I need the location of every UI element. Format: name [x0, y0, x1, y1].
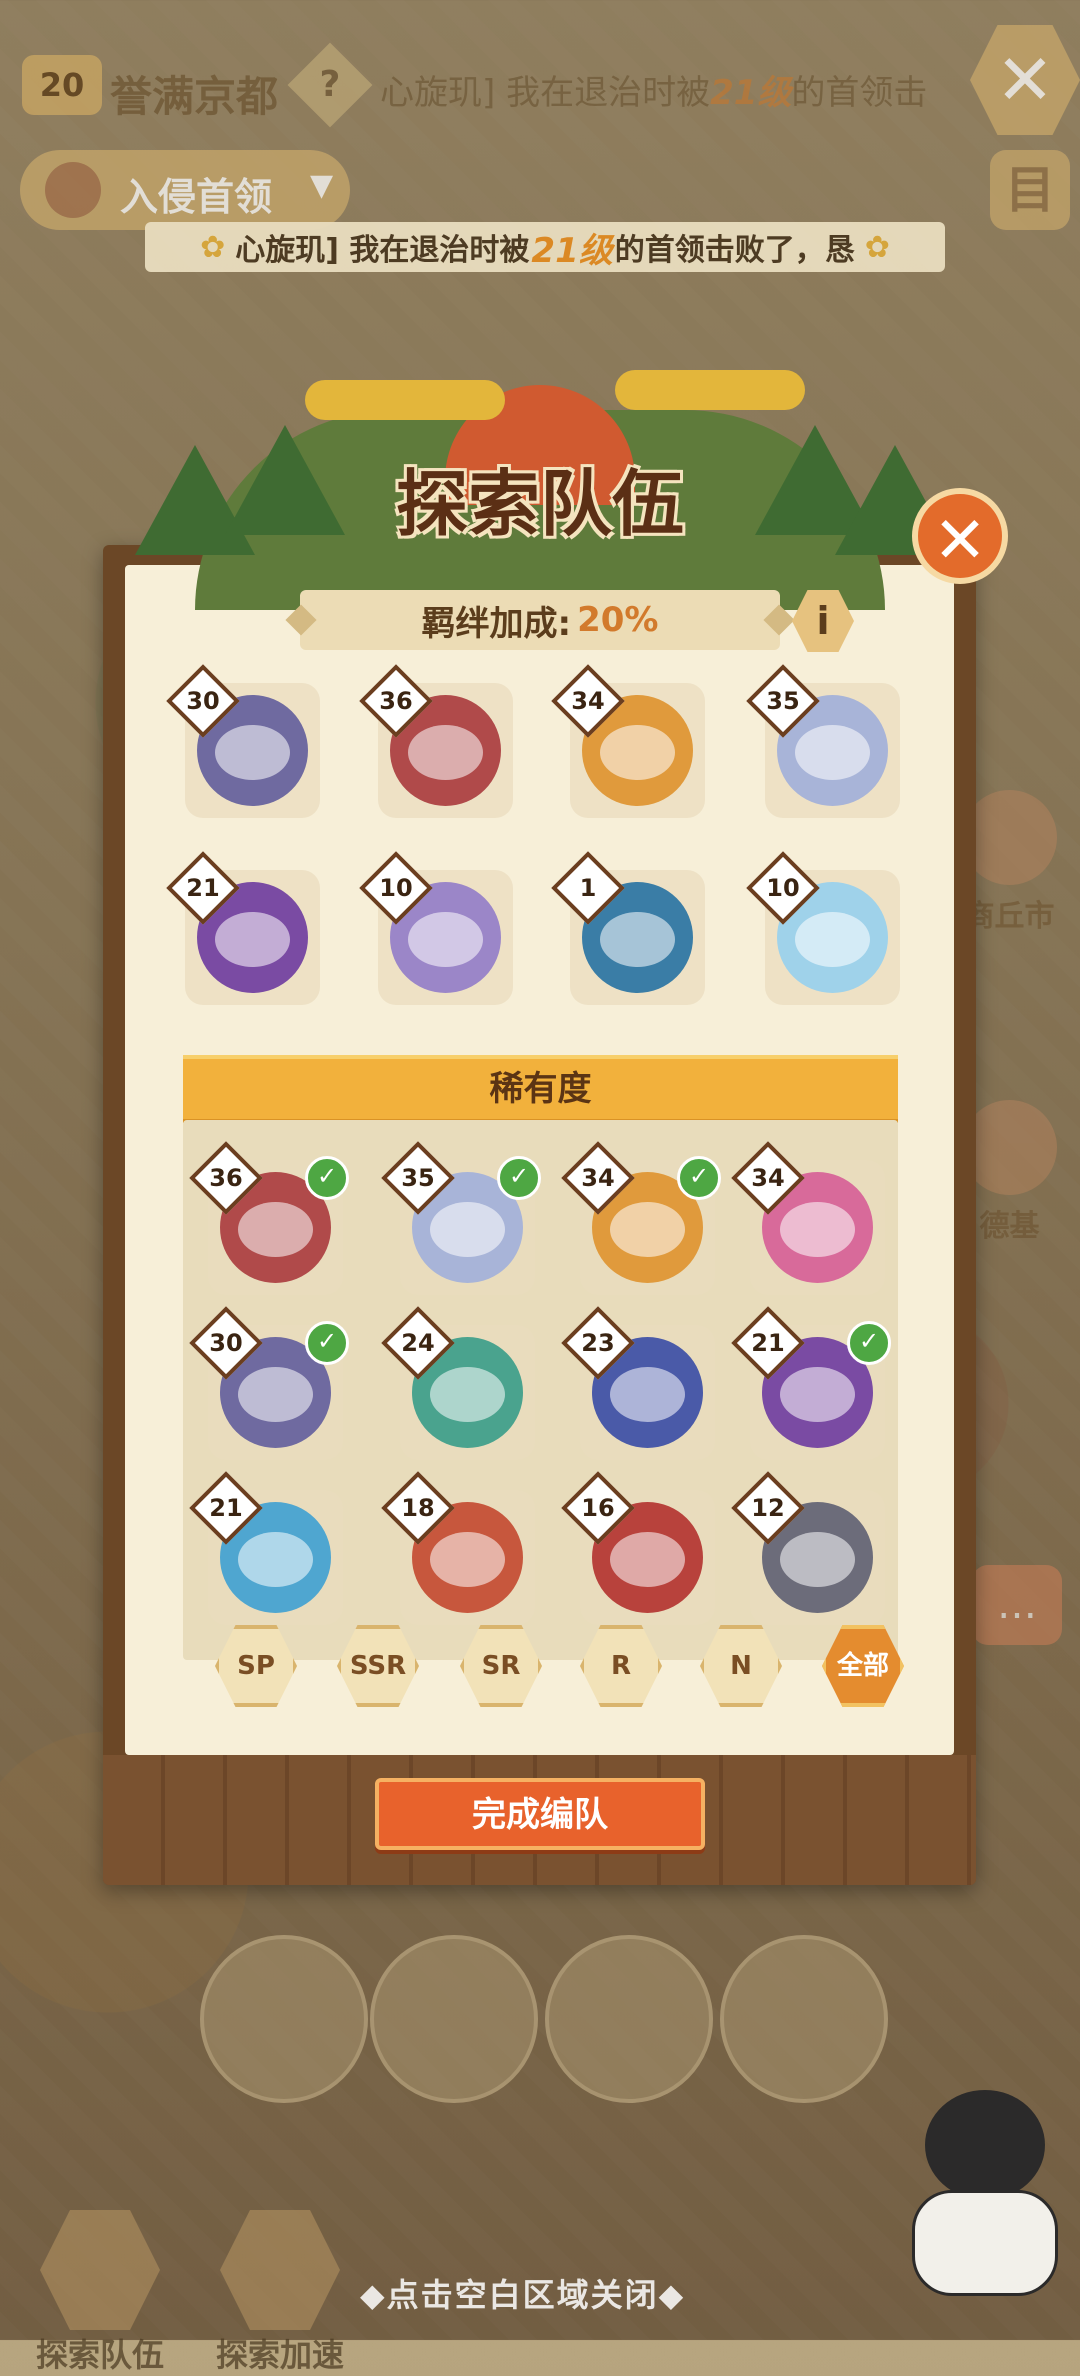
roster-avatar[interactable]: 34	[731, 1141, 885, 1295]
city-level-badge: 20	[22, 55, 102, 115]
team-slot[interactable]	[720, 1935, 888, 2103]
explore-team-icon	[40, 2210, 160, 2330]
team-slot-avatar[interactable]: 34	[551, 664, 705, 818]
close-hint: ◆点击空白区域关闭◆	[360, 2276, 686, 2314]
roster-avatar[interactable]: 16	[561, 1471, 715, 1625]
bond-value: 20%	[577, 600, 659, 640]
team-slot-avatar[interactable]: 36	[359, 664, 513, 818]
roster-avatar[interactable]: 36 ✓	[189, 1141, 349, 1295]
modal-header: 探索队伍	[115, 370, 965, 610]
team-slot-avatar[interactable]: 1	[551, 851, 705, 1005]
roster-avatar[interactable]: 30 ✓	[189, 1306, 349, 1460]
help-icon[interactable]: ?	[287, 42, 373, 128]
team-slot-avatar[interactable]: 35	[746, 664, 900, 818]
flower-icon: ✿	[864, 229, 890, 265]
complete-team-button[interactable]: 完成编队	[375, 1778, 705, 1850]
roster-avatar[interactable]: 12	[731, 1471, 885, 1625]
check-icon: ✓	[847, 1321, 891, 1365]
check-icon: ✓	[677, 1156, 721, 1200]
announcement-ticker: ✿ 心旋玑] 我在退治时被 21级 的首领击败了，恳 ✿	[145, 222, 945, 272]
roster-avatar[interactable]: 23	[561, 1306, 715, 1460]
team-slot[interactable]	[370, 1935, 538, 2103]
top-bar: 20 誉满京都 ? 心旋玑] 我在退治时被21级的首领击	[10, 25, 960, 135]
roster-avatar[interactable]: 21 ✓	[731, 1306, 891, 1460]
roster-avatar[interactable]: 21	[189, 1471, 343, 1625]
team-slot-avatar[interactable]: 30	[166, 664, 320, 818]
top-ticker: 心旋玑] 我在退治时被21级的首领击	[380, 73, 928, 113]
modal-close-button[interactable]: ✕	[912, 488, 1008, 584]
list-menu-button[interactable]: 目	[990, 150, 1070, 230]
bond-bonus-bar: 羁绊加成: 20%	[285, 590, 795, 650]
team-slot-avatar[interactable]: 10	[746, 851, 900, 1005]
invade-boss-dropdown[interactable]: 入侵首领 ▼	[20, 150, 350, 230]
chat-icon[interactable]: …	[972, 1565, 1062, 1645]
city-avatar	[962, 790, 1057, 885]
rarity-header: 稀有度	[183, 1055, 898, 1123]
team-slot[interactable]	[545, 1935, 713, 2103]
roster-avatar[interactable]: 18	[381, 1471, 535, 1625]
roster-avatar[interactable]: 24	[381, 1306, 535, 1460]
team-slot-avatar[interactable]: 10	[359, 851, 513, 1005]
check-icon: ✓	[305, 1321, 349, 1365]
modal-title: 探索队伍	[395, 462, 684, 546]
team-slot-avatar[interactable]: 21	[166, 851, 320, 1005]
explore-speed-icon	[220, 2210, 340, 2330]
flower-icon: ✿	[200, 229, 226, 265]
check-icon: ✓	[305, 1156, 349, 1200]
tab-explore-speed[interactable]: 探索加速	[205, 2210, 355, 2376]
city-avatar	[962, 1100, 1057, 1195]
team-slot[interactable]	[200, 1935, 368, 2103]
invade-boss-label: 入侵首领	[120, 175, 273, 219]
mascot-bear[interactable]	[910, 2090, 1060, 2310]
check-icon: ✓	[497, 1156, 541, 1200]
tab-explore-team[interactable]: 探索队伍	[25, 2210, 175, 2376]
city-name[interactable]: 誉满京都	[110, 63, 278, 124]
roster-avatar[interactable]: 34 ✓	[561, 1141, 721, 1295]
chevron-down-icon: ▼	[310, 168, 334, 203]
boss-icon	[45, 162, 101, 218]
bond-label: 羁绊加成:	[421, 603, 572, 644]
roster-avatar[interactable]: 35 ✓	[381, 1141, 541, 1295]
